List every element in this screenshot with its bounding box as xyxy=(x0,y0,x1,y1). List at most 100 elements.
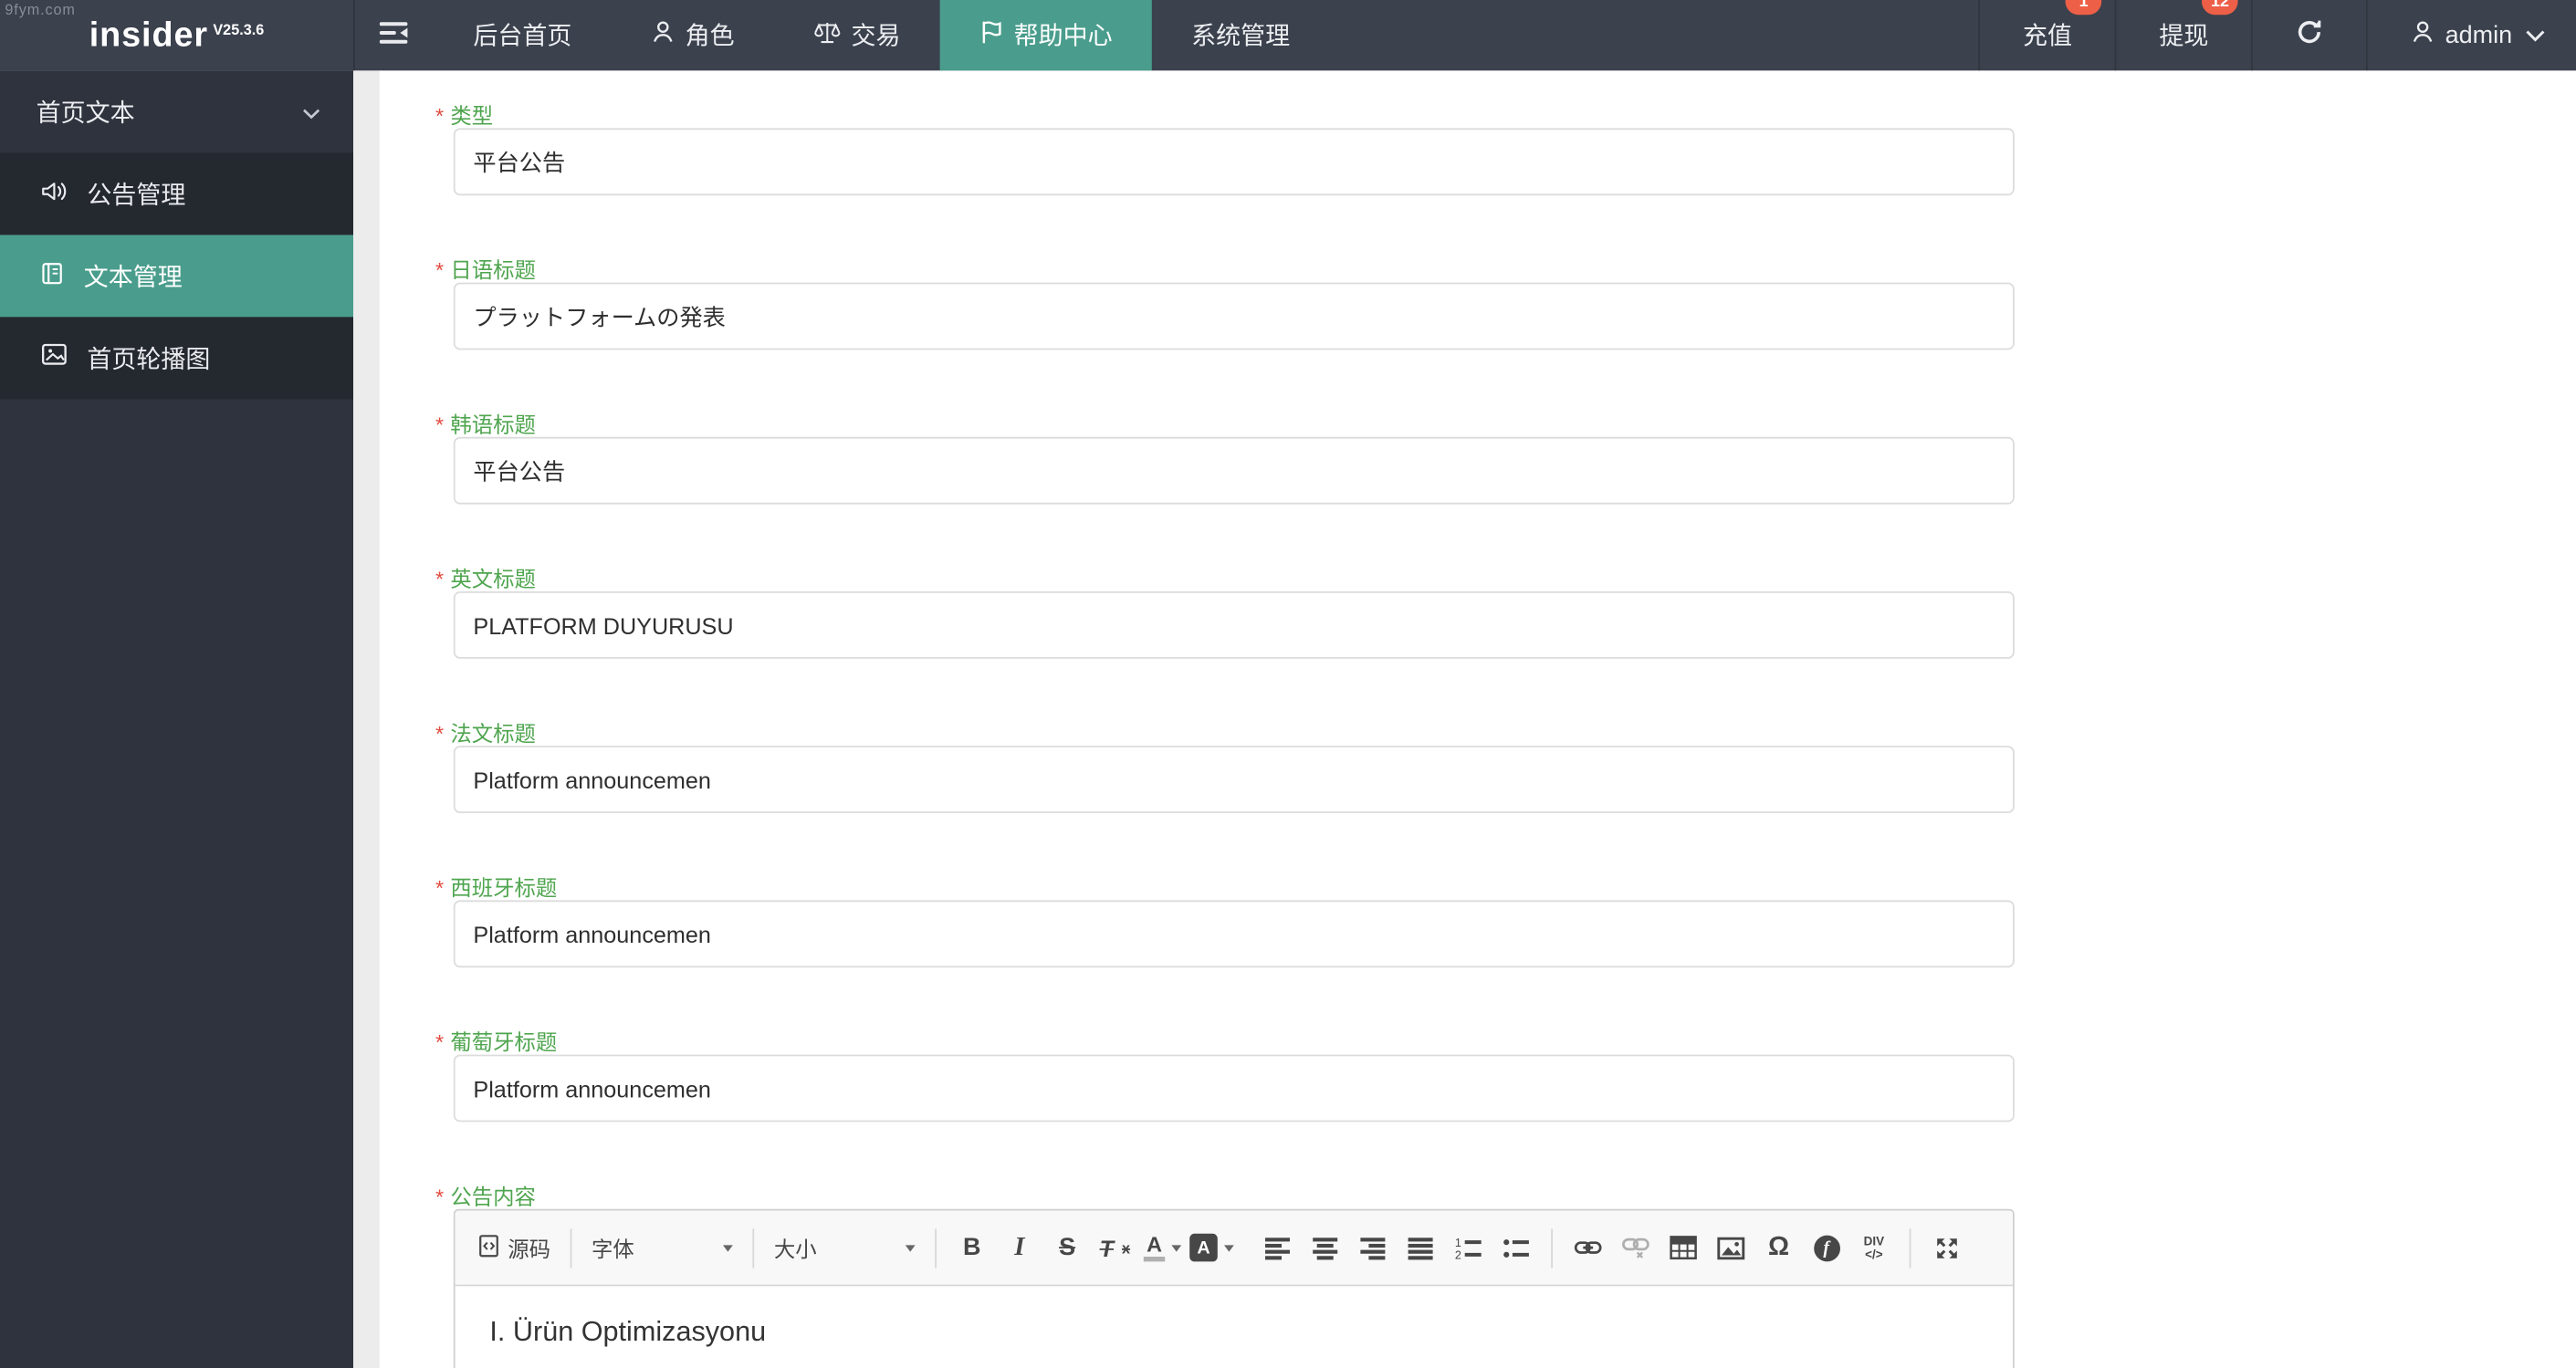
source-label: 源码 xyxy=(508,1237,551,1262)
sidebar-group-home-text[interactable]: 首页文本 xyxy=(0,70,353,152)
maximize-icon xyxy=(1936,1237,1956,1258)
image-button[interactable] xyxy=(1707,1227,1754,1269)
nav-label: 帮助中心 xyxy=(1013,23,1113,51)
text-color-button[interactable]: A xyxy=(1138,1227,1186,1269)
username: admin xyxy=(2445,21,2513,49)
image-icon xyxy=(1717,1236,1745,1259)
scrollbar-track[interactable] xyxy=(353,70,380,1368)
field-input-title-en[interactable] xyxy=(453,591,2015,659)
required-asterisk: * xyxy=(435,567,445,591)
refresh-button[interactable] xyxy=(2251,0,2366,71)
field-input-title-pt[interactable] xyxy=(453,1054,2015,1123)
refresh-icon xyxy=(2296,18,2324,53)
field-label: 英文标题 xyxy=(450,567,536,591)
div-container-button[interactable]: DIV </> xyxy=(1850,1227,1898,1269)
table-button[interactable] xyxy=(1660,1227,1707,1269)
font-combo[interactable]: 字体 xyxy=(583,1227,741,1269)
withdraw-label: 提现 xyxy=(2159,23,2209,51)
recharge-badge: 1 xyxy=(2065,0,2102,16)
book-icon xyxy=(39,260,66,291)
chevron-down-icon xyxy=(302,98,320,126)
nav-dashboard[interactable]: 后台首页 xyxy=(434,0,611,70)
form-field-type: * 类型 xyxy=(435,103,2576,196)
field-input-title-es[interactable] xyxy=(453,900,2015,968)
nav-help-center[interactable]: 帮助中心 xyxy=(939,0,1152,71)
remove-format-button[interactable]: Tx xyxy=(1091,1227,1138,1269)
chevron-down-icon xyxy=(1224,1244,1234,1251)
align-left-button[interactable] xyxy=(1253,1227,1301,1269)
sidebar-item-text-management[interactable]: 文本管理 xyxy=(0,235,353,318)
editor-toolbar: 源码 字体 大小 B I S Tx A A 1 2 Ω f DIV </> xyxy=(455,1210,2013,1287)
div-container-icon: DIV </> xyxy=(1863,1233,1885,1261)
main-content: *类型 *日语标题 *韩语标题 *英文标题 *法文标题 xyxy=(379,70,2576,1368)
nav-transactions[interactable]: 交易 xyxy=(774,0,940,70)
source-button[interactable]: 源码 xyxy=(468,1227,559,1269)
field-label-row: * 西班牙标题 xyxy=(435,875,2576,900)
field-label-row: * 公告内容 xyxy=(435,1185,2576,1209)
nav-system-settings[interactable]: 系统管理 xyxy=(1152,0,1329,70)
field-label-row: * 葡萄牙标题 xyxy=(435,1030,2576,1055)
bg-color-button[interactable]: A xyxy=(1187,1227,1238,1269)
withdraw-button[interactable]: 提现 12 xyxy=(2114,0,2251,71)
size-combo[interactable]: 大小 xyxy=(766,1227,924,1269)
main-nav: 后台首页 角色 交易 帮助中心 系统管理 xyxy=(434,0,1329,71)
strikethrough-button[interactable]: S xyxy=(1043,1227,1091,1269)
table-icon xyxy=(1670,1236,1697,1260)
align-center-icon xyxy=(1313,1237,1338,1259)
ordered-list-icon: 12 xyxy=(1455,1237,1482,1259)
withdraw-badge: 12 xyxy=(2202,0,2238,16)
field-input-title-ko[interactable] xyxy=(453,436,2015,505)
carousel-image-icon xyxy=(39,343,68,372)
ordered-list-button[interactable]: 12 xyxy=(1444,1227,1492,1269)
logo-text: insider xyxy=(89,16,208,54)
sidebar-submenu: 公告管理 文本管理 首页轮播图 xyxy=(0,152,353,400)
form-field-title-ko: * 韩语标题 xyxy=(435,412,2576,505)
field-label-row: * 韩语标题 xyxy=(435,412,2576,437)
topbar-actions: 充值 1 提现 12 admin xyxy=(1978,0,2576,71)
field-label: 公告内容 xyxy=(450,1184,536,1209)
link-button[interactable] xyxy=(1565,1227,1612,1269)
editor-content[interactable]: I. Ürün Optimizasyonu xyxy=(456,1286,2013,1368)
field-input-title-fr[interactable] xyxy=(453,746,2015,813)
bullet-list-button[interactable] xyxy=(1492,1227,1539,1269)
unlink-icon xyxy=(1622,1237,1649,1258)
toolbar-separator xyxy=(570,1227,572,1268)
sidebar-item-home-carousel[interactable]: 首页轮播图 xyxy=(0,317,353,400)
align-center-button[interactable] xyxy=(1302,1227,1349,1269)
required-asterisk: * xyxy=(435,1029,445,1055)
maximize-button[interactable] xyxy=(1922,1227,1970,1269)
field-label-row: * 类型 xyxy=(435,103,2576,128)
field-label-row: * 法文标题 xyxy=(435,721,2576,746)
sidebar-item-announcements[interactable]: 公告管理 xyxy=(0,152,353,235)
field-label: 西班牙标题 xyxy=(450,875,558,901)
bold-button[interactable]: B xyxy=(948,1227,996,1269)
bullet-list-icon xyxy=(1503,1238,1529,1257)
form-field-title-es: * 西班牙标题 xyxy=(435,875,2576,968)
link-icon xyxy=(1574,1241,1602,1254)
sidebar-toggle-button[interactable] xyxy=(355,0,434,70)
nav-label: 系统管理 xyxy=(1191,23,1291,51)
nav-roles[interactable]: 角色 xyxy=(612,0,774,70)
nav-label: 交易 xyxy=(851,23,901,51)
form: *类型 *日语标题 *韩语标题 *英文标题 *法文标题 xyxy=(435,103,2576,1123)
italic-button[interactable]: I xyxy=(996,1227,1043,1269)
sidebar-item-label: 公告管理 xyxy=(87,181,186,210)
watermark: 9fym.com xyxy=(5,1,76,18)
special-char-button[interactable]: Ω xyxy=(1754,1227,1802,1269)
unlink-button[interactable] xyxy=(1612,1227,1660,1269)
form-field-title-ja: * 日语标题 xyxy=(435,258,2576,350)
chevron-down-icon xyxy=(2526,21,2546,49)
nav-label: 角色 xyxy=(685,23,735,51)
flash-button[interactable]: f xyxy=(1803,1227,1850,1269)
scales-icon xyxy=(813,20,842,51)
field-input-type[interactable] xyxy=(453,128,2015,196)
user-menu[interactable]: admin xyxy=(2366,0,2576,71)
editor-paragraph: I. Ürün Optimizasyonu xyxy=(489,1315,767,1347)
field-input-title-ja[interactable] xyxy=(453,282,2015,350)
align-right-button[interactable] xyxy=(1349,1227,1397,1269)
required-asterisk: * xyxy=(435,875,445,901)
toolbar-separator xyxy=(752,1227,755,1268)
required-asterisk: * xyxy=(435,721,445,747)
recharge-button[interactable]: 充值 1 xyxy=(1978,0,2114,71)
justify-button[interactable] xyxy=(1397,1227,1444,1269)
